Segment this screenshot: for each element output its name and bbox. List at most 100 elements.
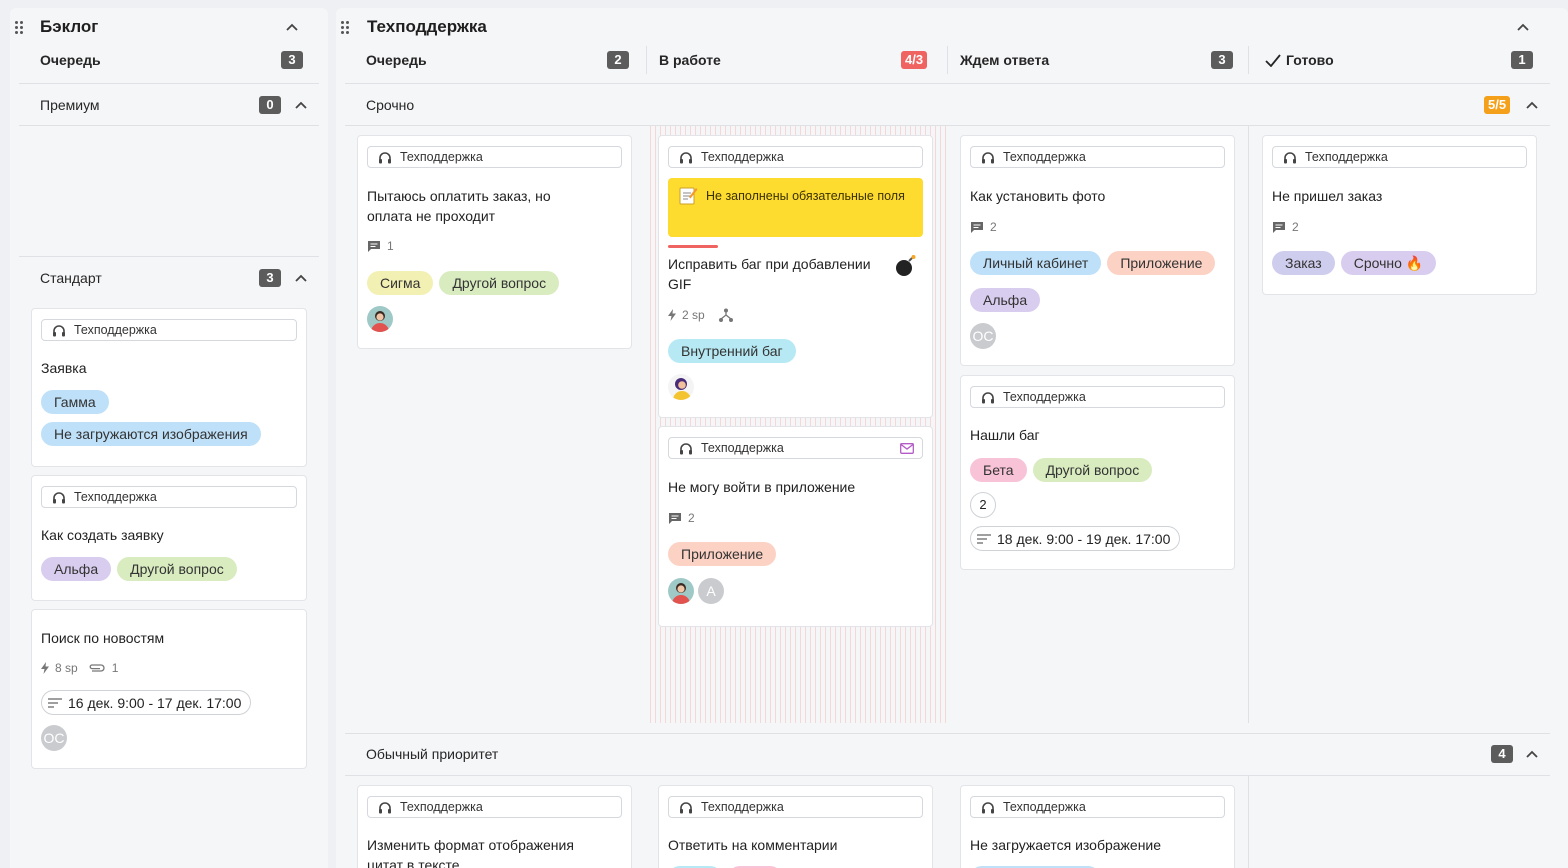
task-card-found-bug[interactable]: Техподдержка Нашли баг Бета Другой вопро… (960, 375, 1235, 570)
comment-icon (368, 241, 380, 252)
assignees: A (668, 578, 724, 604)
comment-icon (1273, 222, 1285, 233)
group-normal-collapse-icon[interactable] (1524, 746, 1540, 762)
tag[interactable]: Бета (970, 458, 1027, 482)
assignees (668, 374, 694, 400)
assignees: ОС (970, 323, 996, 349)
group-urgent-title: Срочно (366, 97, 415, 113)
drag-handle-icon[interactable] (15, 21, 25, 35)
paperclip-icon (89, 664, 105, 672)
group-normal-count-badge: 4 (1491, 745, 1513, 763)
task-card-payment[interactable]: Техподдержка Пытаюсь оплатить заказ, но … (357, 135, 632, 349)
collapse-chevron-icon[interactable] (284, 19, 300, 35)
tag[interactable]: Приложение (1107, 251, 1216, 275)
task-card-poisk-po-novostyam[interactable]: Поиск по новостям 8 sp 1 16 дек. 9:00 - … (31, 609, 307, 769)
queue-label: Техподдержка (41, 486, 297, 508)
avatar[interactable] (668, 578, 694, 604)
tag[interactable]: Гамма (41, 390, 109, 414)
tag[interactable]: Внутренний баг (668, 339, 796, 363)
card-title: Нашли баг (970, 427, 1040, 443)
tag-list: Внутренний баг (668, 339, 923, 363)
comment-icon (669, 513, 681, 524)
tag[interactable]: Другой вопрос (117, 557, 237, 581)
column-queue-title: Очередь (366, 52, 427, 68)
tag-list: Заказ Срочно 🔥 (1272, 251, 1527, 275)
card-title: Не загружается изображение (970, 837, 1162, 853)
tag[interactable]: Не загружаются изображения (41, 422, 261, 446)
backlog-queue-column-title: Очередь (40, 52, 101, 68)
card-title: Заявка (41, 360, 87, 376)
assignees (367, 306, 393, 332)
task-card-cannot-login[interactable]: Техподдержка Не могу войти в приложение … (658, 426, 933, 627)
story-points: 2 sp (682, 308, 705, 322)
user-photo-icon (371, 311, 389, 332)
group-normal-title: Обычный приоритет (366, 746, 499, 762)
tag[interactable]: Другой вопрос (1032, 458, 1153, 482)
email-icon (900, 443, 914, 454)
card-title: Не могу войти в приложение (668, 479, 856, 495)
tag[interactable]: Срочно 🔥 (1340, 251, 1437, 275)
date-range-pill[interactable]: 16 дек. 9:00 - 17 дек. 17:00 (41, 690, 252, 715)
collapse-chevron-icon[interactable] (1515, 19, 1531, 35)
task-card-quote-format[interactable]: Техподдержка Изменить формат отображения… (357, 785, 632, 868)
queue-label: Техподдержка (1272, 146, 1527, 168)
tag-list: Альфа (970, 288, 1225, 312)
avatar[interactable]: ОС (970, 323, 996, 349)
group-premium-collapse-icon[interactable] (293, 97, 309, 113)
subtasks-icon (718, 308, 733, 322)
divider (345, 125, 1550, 126)
tag[interactable]: Заказ (1272, 251, 1335, 275)
group-standard-title: Стандарт (40, 270, 102, 286)
date-range-pill[interactable]: 18 дек. 9:00 - 19 дек. 17:00 (970, 526, 1181, 551)
tag[interactable]: Альфа (41, 557, 112, 581)
column-waiting-title: Ждем ответа (960, 52, 1050, 68)
task-card-image-not-loading[interactable]: Техподдержка Не загружается изображение (960, 785, 1235, 868)
headphones-icon (379, 151, 391, 163)
comment-icon (971, 222, 983, 233)
queue-label: Техподдержка (970, 386, 1225, 408)
lightning-icon (41, 662, 49, 674)
avatar[interactable]: ОС (41, 725, 67, 751)
card-meta: 2 sp (668, 308, 733, 322)
column-done-title: Готово (1286, 52, 1334, 68)
card-title: Поиск по новостям (41, 630, 165, 646)
card-title: Исправить баг при добавлении GIF (668, 256, 871, 292)
queue-label: Техподдержка (668, 796, 923, 818)
group-urgent-collapse-icon[interactable] (1524, 97, 1540, 113)
tag[interactable]: Другой вопрос (439, 271, 560, 295)
column-in-progress-title: В работе (659, 52, 721, 68)
group-premium-count-badge: 0 (259, 96, 281, 114)
required-fields-warning[interactable]: Не заполнены обязательные поля (668, 178, 923, 237)
user-photo-icon (672, 583, 690, 604)
avatar[interactable]: A (698, 578, 724, 604)
task-card-kak-sozdat-zayavku[interactable]: Техподдержка Как создать заявку Альфа Др… (31, 475, 307, 601)
lightning-icon (668, 309, 676, 321)
backlog-panel: Бэклог Очередь 3 Премиум 0 Стандарт 3 Те… (10, 8, 328, 868)
card-title: Ответить на комментарии (668, 837, 838, 853)
column-done-count-badge: 1 (1511, 51, 1533, 69)
task-card-install-photo[interactable]: Техподдержка Как установить фото 2 Личны… (960, 135, 1235, 366)
headphones-icon (680, 151, 692, 163)
task-card-order-not-arrived[interactable]: Техподдержка Не пришел заказ 2 Заказ Сро… (1262, 135, 1537, 295)
task-card-reply-comments[interactable]: Техподдержка Ответить на комментарии (658, 785, 933, 868)
board-panel: Техподдержка Очередь 2 В работе 4/3 Ждем… (336, 8, 1568, 868)
counter-badge[interactable]: 2 (970, 492, 996, 518)
drag-handle-icon[interactable] (341, 21, 351, 35)
task-card-zayavka[interactable]: Техподдержка Заявка Гамма Не загружаются… (31, 308, 307, 467)
card-title: Изменить формат отображения цитат в текс… (367, 837, 574, 868)
tag[interactable]: Сигма (367, 271, 434, 295)
bomb-icon (896, 255, 916, 276)
tag[interactable]: Личный кабинет (970, 251, 1102, 275)
avatar[interactable] (367, 306, 393, 332)
tag[interactable]: Альфа (970, 288, 1041, 312)
avatar[interactable] (668, 374, 694, 400)
lines-icon (977, 533, 991, 544)
attachments-count: 1 (111, 661, 119, 675)
task-card-fix-gif-bug[interactable]: Техподдержка Не заполнены обязательные п… (658, 135, 933, 418)
divider (345, 775, 1550, 776)
queue-label: Техподдержка (668, 146, 923, 168)
group-standard-collapse-icon[interactable] (293, 270, 309, 286)
tag[interactable]: Приложение (668, 542, 777, 566)
queue-label: Техподдержка (367, 146, 622, 168)
headphones-icon (379, 801, 391, 813)
